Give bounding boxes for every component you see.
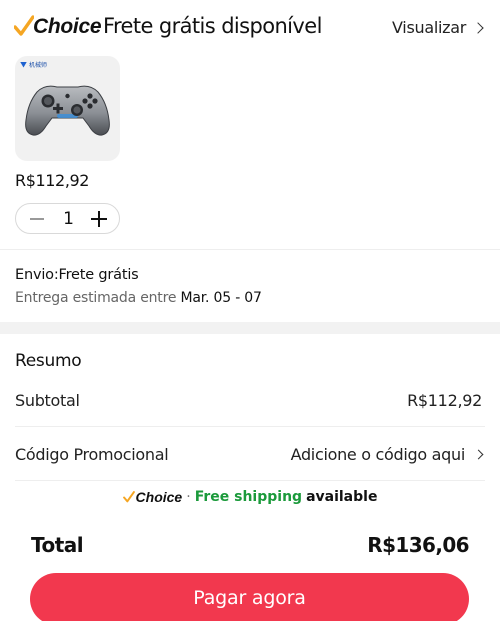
total-label: Total	[31, 533, 84, 557]
shipping-method: Envio:Frete grátis	[15, 267, 139, 283]
page-title: Frete grátis disponível	[103, 14, 322, 38]
banner-free-shipping: Free shipping	[194, 489, 303, 505]
promo-code-label: Código Promocional	[15, 445, 169, 464]
divider	[15, 426, 485, 427]
check-icon	[122, 491, 135, 503]
quantity-stepper: 1	[15, 203, 120, 234]
choice-free-shipping-banner: Choice · Free shipping available	[0, 489, 500, 517]
section-divider	[0, 322, 500, 334]
pay-now-button[interactable]: Pagar agora	[30, 573, 469, 621]
promo-code-button[interactable]: Adicione o código aqui	[290, 445, 484, 464]
delivery-estimate-label: Entrega estimada entre	[15, 290, 177, 306]
delivery-dates: Mar. 05 - 07	[180, 290, 262, 306]
choice-header: Choice Frete grátis disponível Visualiza…	[0, 0, 500, 56]
product-image[interactable]: 机械师	[15, 56, 120, 161]
plus-icon[interactable]	[91, 211, 107, 227]
banner-available: available	[306, 489, 378, 505]
banner-separator: ·	[186, 489, 191, 505]
view-button[interactable]: Visualizar	[392, 18, 484, 37]
divider	[0, 249, 500, 250]
delivery-estimate: Entrega estimada entre Mar. 05 - 07	[15, 290, 262, 306]
total-value: R$136,06	[367, 533, 469, 557]
divider	[15, 480, 485, 481]
chevron-right-icon	[473, 449, 484, 460]
subtotal-value: R$112,92	[407, 391, 482, 410]
summary-title: Resumo	[15, 351, 82, 371]
subtotal-label: Subtotal	[15, 391, 80, 410]
promo-code-value: Adicione o código aqui	[290, 445, 466, 464]
chevron-right-icon	[472, 21, 484, 34]
banner-choice-logo: Choice	[135, 489, 183, 505]
game-controller-icon	[25, 85, 110, 136]
view-label: Visualizar	[392, 18, 466, 37]
check-icon	[14, 15, 34, 36]
choice-logo: Choice	[33, 15, 102, 38]
product-price: R$112,92	[15, 171, 90, 190]
